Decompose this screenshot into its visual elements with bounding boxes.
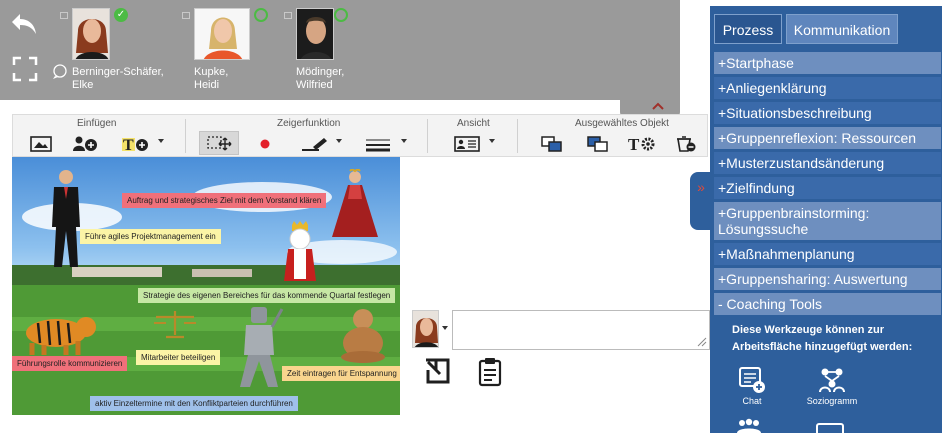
chevron-down-icon[interactable]: [442, 326, 448, 330]
buddha-figure: [341, 309, 385, 363]
back-arrow-icon[interactable]: [10, 12, 38, 41]
tab-kommunikation[interactable]: Kommunikation: [786, 14, 898, 44]
tools-description: Diese Werkzeuge können zur Arbeitsfläche…: [732, 324, 913, 353]
sociogram-tool-icon: [802, 366, 862, 396]
expand-panel-icon[interactable]: »: [690, 172, 712, 230]
select-move-icon[interactable]: [199, 131, 239, 155]
text-settings-icon[interactable]: T: [627, 133, 657, 155]
process-step[interactable]: +Zielfindung: [714, 177, 941, 200]
process-step[interactable]: +Gruppenbrainstorming: Lösungssuche: [714, 202, 941, 241]
svg-text:T: T: [123, 137, 134, 153]
group-label-einfuegen: Einfügen: [77, 118, 117, 129]
scales-figure: [154, 311, 196, 339]
soziogramm-tool[interactable]: Soziogramm: [802, 366, 862, 406]
view-card-icon[interactable]: [453, 133, 481, 155]
group-label-zeigerfunktion: Zeigerfunktion: [277, 118, 341, 129]
clipboard-icon[interactable]: [478, 357, 502, 392]
divider: [185, 119, 186, 153]
sticky-note[interactable]: Mitarbeiter beteiligen: [136, 350, 221, 365]
process-step[interactable]: +Anliegenklärung: [714, 77, 941, 100]
knight-figure: [240, 307, 284, 387]
chat-tool-icon: [734, 366, 770, 396]
window-icon: [182, 12, 190, 19]
chevron-down-icon[interactable]: [401, 139, 407, 143]
bring-front-icon[interactable]: [539, 133, 565, 155]
queen-figure: [332, 169, 378, 237]
sticky-note[interactable]: Zeit eintragen für Entspannung: [282, 366, 400, 381]
app-root: ✓ Berninger-Schäfer, Elke Kupke, Heidi M…: [0, 0, 942, 433]
board-tool-icon[interactable]: [816, 422, 844, 433]
chevron-down-icon[interactable]: [336, 139, 342, 143]
delete-icon[interactable]: [673, 133, 697, 155]
participant-name: Mödinger, Wilfried: [296, 66, 345, 91]
chat-input[interactable]: [452, 310, 710, 350]
avatar: [194, 8, 250, 60]
soziogramm-tool-label: Soziogramm: [806, 396, 858, 406]
sticky-note[interactable]: Führungsrolle kommunizieren: [12, 356, 128, 371]
process-step[interactable]: +Maßnahmenplanung: [714, 243, 941, 266]
fullscreen-icon[interactable]: [12, 56, 38, 87]
group-label-ausgewaehlt: Ausgewähltes Objekt: [575, 118, 669, 129]
avatar: [72, 8, 110, 60]
chat-user-avatar[interactable]: [412, 310, 439, 348]
process-step-expanded[interactable]: - Coaching Tools: [714, 293, 941, 316]
workspace-canvas[interactable]: Auftrag und strategisches Ziel mit dem V…: [12, 157, 400, 415]
svg-text:T: T: [628, 135, 640, 153]
undo-icon[interactable]: [424, 356, 452, 391]
chat-tool-label: Chat: [742, 396, 762, 406]
chat-bubble-icon[interactable]: [52, 64, 68, 85]
add-text-icon[interactable]: T: [121, 133, 149, 155]
group-label-ansicht: Ansicht: [457, 118, 490, 129]
participants-bar: ✓ Berninger-Schäfer, Elke Kupke, Heidi M…: [0, 0, 680, 100]
resize-handle-icon: [697, 337, 707, 347]
window-icon: [60, 12, 68, 19]
add-person-icon[interactable]: [71, 133, 99, 155]
send-back-icon[interactable]: [585, 133, 611, 155]
businessman-figure: [52, 170, 80, 267]
insert-image-icon[interactable]: [29, 133, 53, 155]
pen-icon[interactable]: [299, 133, 329, 155]
window-icon: [284, 12, 292, 19]
tiger-figure: [26, 317, 96, 355]
status-indicator: ✓: [114, 8, 128, 22]
process-step[interactable]: +Gruppensharing: Auswertung: [714, 268, 941, 291]
group-tool-icon[interactable]: [736, 418, 762, 433]
process-step[interactable]: +Gruppenreflexion: Ressourcen: [714, 127, 941, 150]
participant-name: Berninger-Schäfer, Elke: [72, 66, 164, 91]
process-step[interactable]: +Musterzustandsänderung: [714, 152, 941, 175]
toolbar: Einfügen Zeigerfunktion Ansicht Ausgewäh…: [12, 114, 708, 157]
chevron-down-icon[interactable]: [158, 139, 164, 143]
laser-pointer-icon[interactable]: [257, 133, 273, 155]
process-panel: Prozess Kommunikation +Startphase +Anlie…: [710, 6, 942, 433]
sticky-note[interactable]: Auftrag und strategisches Ziel mit dem V…: [122, 193, 327, 208]
sticky-note[interactable]: Führe agiles Projektmanagement ein: [80, 229, 221, 244]
status-indicator: [254, 8, 268, 22]
tab-prozess[interactable]: Prozess: [714, 14, 782, 44]
status-indicator: [334, 8, 348, 22]
process-step[interactable]: +Situationsbeschreibung: [714, 102, 941, 125]
king-figure: [284, 221, 316, 281]
sticky-note[interactable]: Strategie des eigenen Bereiches für das …: [138, 288, 396, 303]
sticky-note[interactable]: aktiv Einzeltermine mit den Konfliktpart…: [90, 396, 298, 411]
divider: [517, 119, 518, 153]
process-step[interactable]: +Startphase: [714, 52, 941, 75]
chat-tool[interactable]: Chat: [734, 366, 770, 406]
chevron-down-icon[interactable]: [489, 139, 495, 143]
participant-name: Kupke, Heidi: [194, 66, 229, 91]
line-style-icon[interactable]: [363, 133, 393, 155]
divider: [427, 119, 428, 153]
avatar: [296, 8, 334, 60]
